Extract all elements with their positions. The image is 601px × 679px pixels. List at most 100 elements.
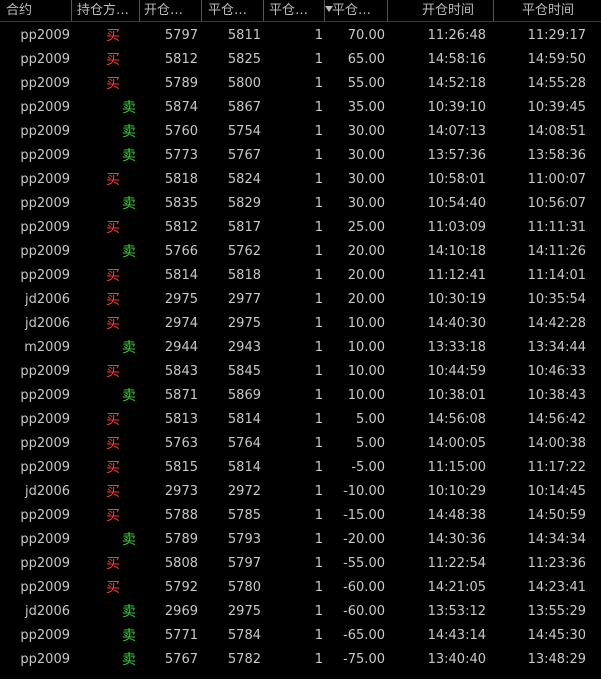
open-time-cell: 13:57:36 — [427, 148, 486, 163]
table-row[interactable]: pp2009 买 5763 5764 1 5.00 14:00:05 14:00:38 — [0, 432, 601, 456]
quantity-cell: 1 — [314, 76, 323, 91]
table-row[interactable]: pp2009 卖 5771 5784 1 -65.00 14:43:14 14:45:30 — [0, 624, 601, 648]
table-row[interactable]: pp2009 卖 5773 5767 1 30.00 13:57:36 13:58:36 — [0, 144, 601, 168]
contract-cell: pp2009 — [20, 388, 70, 403]
quantity-cell: 1 — [314, 220, 323, 235]
open-price-cell: 2969 — [164, 604, 198, 619]
table-row[interactable]: jd2006 卖 2969 2975 1 -60.00 13:53:12 13:55:29 — [0, 600, 601, 624]
open-price-cell: 5808 — [164, 556, 198, 571]
contract-cell: pp2009 — [20, 580, 70, 595]
table-row[interactable]: pp2009 卖 5789 5793 1 -20.00 14:30:36 14:34:34 — [0, 528, 601, 552]
close-price-cell: 2943 — [227, 340, 261, 355]
quantity-cell: 1 — [314, 28, 323, 43]
pnl-cell: 20.00 — [347, 268, 385, 283]
quantity-cell: 1 — [314, 364, 323, 379]
close-price-cell: 2972 — [227, 484, 261, 499]
table-row[interactable]: jd2006 买 2973 2972 1 -10.00 10:10:29 10:14:45 — [0, 480, 601, 504]
direction-cell: 卖 — [122, 340, 136, 356]
close-time-cell: 14:56:42 — [527, 412, 586, 427]
quantity-cell: 1 — [314, 148, 323, 163]
open-price-cell: 5788 — [164, 508, 198, 523]
close-price-cell: 5793 — [227, 532, 261, 547]
table-row[interactable]: pp2009 买 5843 5845 1 10.00 10:44:59 10:46:33 — [0, 360, 601, 384]
table-row[interactable]: pp2009 卖 5874 5867 1 35.00 10:39:10 10:39:45 — [0, 96, 601, 120]
sort-descending-icon[interactable] — [325, 6, 333, 12]
table-row[interactable]: pp2009 买 5815 5814 1 -5.00 11:15:00 11:17:22 — [0, 456, 601, 480]
table-row[interactable]: pp2009 买 5792 5780 1 -60.00 14:21:05 14:23:41 — [0, 576, 601, 600]
table-row[interactable]: jd2006 买 2974 2975 1 10.00 14:40:30 14:42:28 — [0, 312, 601, 336]
column-header-quantity[interactable]: 平仓… — [264, 0, 325, 21]
table-row[interactable]: pp2009 卖 5766 5762 1 20.00 14:10:18 14:11:26 — [0, 240, 601, 264]
table-row[interactable]: pp2009 买 5812 5825 1 65.00 14:58:16 14:59:50 — [0, 48, 601, 72]
table-row[interactable]: jd2006 买 2975 2977 1 20.00 10:30:19 10:35:54 — [0, 288, 601, 312]
quantity-cell: 1 — [314, 460, 323, 475]
column-header-open-price[interactable]: 开仓… — [140, 0, 202, 21]
table-row[interactable]: pp2009 卖 5760 5754 1 30.00 14:07:13 14:08:51 — [0, 120, 601, 144]
quantity-cell: 1 — [314, 580, 323, 595]
column-header-contract[interactable]: 合约 — [0, 0, 72, 21]
quantity-cell: 1 — [314, 340, 323, 355]
close-time-cell: 14:42:28 — [527, 316, 586, 331]
column-header-close-price[interactable]: 平仓… — [202, 0, 264, 21]
direction-cell: 卖 — [122, 196, 136, 212]
pnl-cell: -5.00 — [351, 460, 385, 475]
direction-cell: 卖 — [122, 604, 136, 620]
table-row[interactable]: pp2009 卖 5835 5829 1 30.00 10:54:40 10:56:07 — [0, 192, 601, 216]
direction-cell: 卖 — [122, 124, 136, 140]
close-time-cell: 10:56:07 — [527, 196, 586, 211]
direction-cell: 卖 — [122, 100, 136, 116]
close-time-cell: 11:17:22 — [527, 460, 586, 475]
table-row[interactable]: pp2009 买 5789 5800 1 55.00 14:52:18 14:55:28 — [0, 72, 601, 96]
table-row[interactable]: pp2009 买 5813 5814 1 5.00 14:56:08 14:56:42 — [0, 408, 601, 432]
quantity-cell: 1 — [314, 292, 323, 307]
close-price-cell: 5817 — [227, 220, 261, 235]
close-price-cell: 2977 — [227, 292, 261, 307]
close-price-cell: 5814 — [227, 460, 261, 475]
direction-cell: 买 — [106, 76, 120, 92]
column-header-close-time[interactable]: 平仓时间 — [494, 0, 601, 21]
table-row[interactable]: pp2009 买 5797 5811 1 70.00 11:26:48 11:29:17 — [0, 24, 601, 48]
table-row[interactable]: pp2009 买 5812 5817 1 25.00 11:03:09 11:11:31 — [0, 216, 601, 240]
table-body: pp2009 买 5797 5811 1 70.00 11:26:48 11:29:17 pp2… — [0, 24, 601, 672]
close-time-cell: 14:23:41 — [527, 580, 586, 595]
pnl-cell: -55.00 — [343, 556, 385, 571]
close-time-cell: 10:35:54 — [527, 292, 586, 307]
close-price-cell: 5825 — [227, 52, 261, 67]
close-price-cell: 5782 — [227, 652, 261, 667]
close-price-cell: 5867 — [227, 100, 261, 115]
pnl-cell: -10.00 — [343, 484, 385, 499]
close-price-cell: 5764 — [227, 436, 261, 451]
open-price-cell: 5812 — [164, 52, 198, 67]
contract-cell: pp2009 — [20, 532, 70, 547]
quantity-cell: 1 — [314, 628, 323, 643]
pnl-cell: 10.00 — [347, 340, 385, 355]
direction-cell: 卖 — [122, 148, 136, 164]
table-row[interactable]: pp2009 买 5818 5824 1 30.00 10:58:01 11:00:07 — [0, 168, 601, 192]
direction-cell: 买 — [106, 220, 120, 236]
close-time-cell: 11:29:17 — [527, 28, 586, 43]
open-time-cell: 14:58:16 — [427, 52, 486, 67]
contract-cell: pp2009 — [20, 628, 70, 643]
contract-cell: pp2009 — [20, 100, 70, 115]
close-time-cell: 14:00:38 — [527, 436, 586, 451]
table-row[interactable]: pp2009 买 5788 5785 1 -15.00 14:48:38 14:50:59 — [0, 504, 601, 528]
column-header-direction[interactable]: 持仓方… — [72, 0, 140, 21]
table-row[interactable]: pp2009 卖 5767 5782 1 -75.00 13:40:40 13:48:29 — [0, 648, 601, 672]
close-time-cell: 13:34:44 — [527, 340, 586, 355]
contract-cell: pp2009 — [20, 196, 70, 211]
table-row[interactable]: m2009 卖 2944 2943 1 10.00 13:33:18 13:34:44 — [0, 336, 601, 360]
close-time-cell: 10:39:45 — [527, 100, 586, 115]
table-row[interactable]: pp2009 卖 5871 5869 1 10.00 10:38:01 10:38:43 — [0, 384, 601, 408]
column-header-pnl[interactable]: 平仓… — [325, 0, 388, 21]
direction-cell: 买 — [106, 580, 120, 596]
table-row[interactable]: pp2009 买 5808 5797 1 -55.00 11:22:54 11:23:36 — [0, 552, 601, 576]
open-price-cell: 5813 — [164, 412, 198, 427]
table-row[interactable]: pp2009 买 5814 5818 1 20.00 11:12:41 11:14:01 — [0, 264, 601, 288]
open-time-cell: 10:30:19 — [427, 292, 486, 307]
pnl-cell: 30.00 — [347, 172, 385, 187]
column-header-open-time[interactable]: 开仓时间 — [388, 0, 494, 21]
close-time-cell: 10:46:33 — [527, 364, 586, 379]
direction-cell: 买 — [106, 28, 120, 44]
close-time-cell: 13:55:29 — [527, 604, 586, 619]
contract-cell: pp2009 — [20, 436, 70, 451]
